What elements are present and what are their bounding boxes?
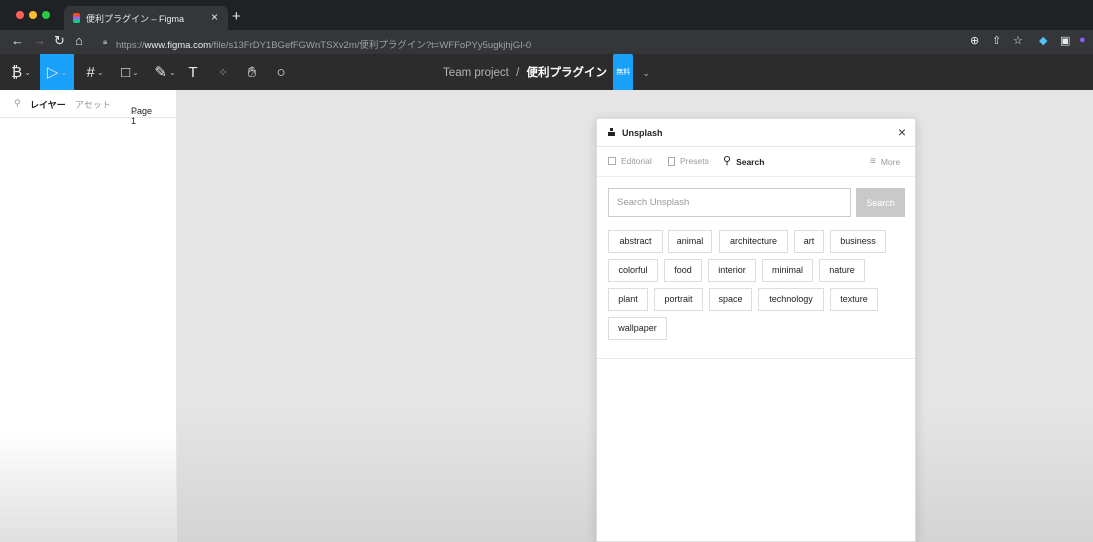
editorial-icon	[608, 157, 616, 165]
layers-panel: ⚲ レイヤー アセット Page 1 ⌄	[0, 90, 177, 542]
team-name[interactable]: Team project	[443, 67, 509, 79]
tab-assets[interactable]: アセット	[75, 98, 111, 111]
frame-icon: #	[86, 63, 95, 81]
close-plugin-button[interactable]: ×	[898, 124, 906, 140]
layers-panel-tabs: ⚲ レイヤー アセット Page 1 ⌄	[0, 90, 176, 126]
pen-icon: ✎	[154, 64, 167, 81]
divider	[597, 358, 915, 359]
tag-chip-space[interactable]: space	[709, 288, 752, 311]
home-icon[interactable]: ⌂	[75, 33, 83, 48]
close-window-button[interactable]	[16, 11, 24, 19]
plugin-title: Unsplash	[622, 128, 663, 138]
pen-tool-button[interactable]: ✎ ⌄	[150, 54, 180, 90]
url-prefix: https://	[116, 40, 145, 51]
browser-tab[interactable]: 便利プラグイン – Figma ×	[64, 6, 228, 30]
hand-tool-button[interactable]: ✋︎	[241, 54, 263, 90]
search-icon: ⚲	[723, 155, 732, 167]
nav-editorial-label: Editorial	[621, 156, 652, 166]
extensions-puzzle-icon[interactable]: ▣	[1060, 34, 1070, 47]
rectangle-icon: □	[121, 63, 131, 81]
zoom-window-button[interactable]	[42, 11, 50, 19]
tag-chip-portrait[interactable]: portrait	[654, 288, 703, 311]
nav-more-label: More	[880, 156, 901, 167]
extension-icon[interactable]: ◆	[1039, 34, 1047, 47]
comment-icon: ○	[276, 63, 286, 81]
layer-search-icon[interactable]: ⚲	[14, 98, 21, 109]
frame-tool-button[interactable]: # ⌄	[80, 54, 110, 90]
path-separator: /	[516, 67, 520, 80]
search-button[interactable]: Search	[856, 188, 905, 217]
tab-title: 便利プラグイン – Figma	[86, 14, 185, 24]
tab-close-icon[interactable]: ×	[211, 10, 218, 24]
tag-chip-plant[interactable]: plant	[608, 288, 648, 311]
figma-toolbar: Team project / 便利プラグイン 無料 ⌄ ₿ ⌄ ▷ ⌄ # ⌄ □ ⌄ …	[0, 54, 1093, 92]
hamburger-menu-icon: ≡	[870, 156, 876, 167]
tag-chip-abstract[interactable]: abstract	[608, 230, 663, 253]
resources-button[interactable]: ⁘	[213, 54, 233, 90]
browser-tabstrip: 便利プラグイン – Figma × +	[0, 0, 1093, 30]
minimize-window-button[interactable]	[29, 11, 37, 19]
url-host: www.figma.com	[144, 40, 212, 51]
profile-avatar-icon[interactable]: ●	[1079, 34, 1086, 46]
tag-chip-colorful[interactable]: colorful	[608, 259, 658, 282]
plugin-header: Unsplash ×	[597, 119, 915, 147]
bookmark-star-icon[interactable]: ☆	[1013, 34, 1023, 47]
tag-chip-texture[interactable]: texture	[830, 288, 878, 311]
nav-search[interactable]: ⚲ Search	[723, 155, 765, 167]
tag-chip-animal[interactable]: animal	[668, 230, 712, 253]
chevron-down-icon: ⌄	[131, 106, 139, 116]
reload-icon[interactable]: ↻	[54, 33, 65, 49]
cursor-icon: ▷	[46, 64, 59, 81]
tab-layers[interactable]: レイヤー	[30, 98, 66, 111]
tag-chip-food[interactable]: food	[664, 259, 702, 282]
hand-icon: ✋︎	[247, 63, 257, 81]
file-name[interactable]: 便利プラグイン	[527, 67, 608, 79]
share-icon[interactable]: ⇧	[992, 34, 1001, 47]
unsplash-logo-icon	[608, 128, 615, 136]
address-bar: ← → ↻ ⌂ 🔒︎ https://www.figma.com/file/s13…	[0, 30, 1093, 54]
tag-chip-nature[interactable]: nature	[819, 259, 865, 282]
resources-icon: ⁘	[218, 66, 228, 79]
move-tool-button[interactable]: ▷ ⌄	[40, 54, 74, 90]
nav-search-label: Search	[736, 156, 765, 167]
text-icon: T	[188, 63, 198, 81]
zoom-icon[interactable]: ⊕	[970, 34, 979, 47]
search-input[interactable]	[608, 188, 851, 217]
tag-chip-architecture[interactable]: architecture	[719, 230, 788, 253]
tag-chip-interior[interactable]: interior	[708, 259, 756, 282]
nav-presets[interactable]: Presets	[668, 156, 709, 166]
comment-tool-button[interactable]: ○	[270, 54, 292, 90]
tag-chip-minimal[interactable]: minimal	[762, 259, 813, 282]
new-tab-button[interactable]: +	[232, 8, 241, 25]
url-path: /file/s13FrDY1BGefFGWnTSXv2m/便利プラグイン?t=W…	[211, 40, 532, 51]
file-menu-chevron-icon[interactable]: ⌄	[642, 68, 650, 78]
nav-more[interactable]: ≡ More	[870, 156, 900, 167]
tag-chip-business[interactable]: business	[830, 230, 886, 253]
shape-tool-button[interactable]: □ ⌄	[115, 54, 145, 90]
bookmark-icon	[668, 156, 675, 166]
tag-chip-technology[interactable]: technology	[758, 288, 824, 311]
tag-chip-art[interactable]: art	[794, 230, 824, 253]
main-menu-button[interactable]: ₿ ⌄	[6, 54, 36, 90]
url-field[interactable]: 🔒︎ https://www.figma.com/file/s13FrDY1BGe…	[100, 34, 970, 51]
lock-icon: 🔒︎	[103, 37, 108, 46]
back-arrow-icon[interactable]: ←	[11, 33, 24, 48]
plugin-nav: Editorial Presets ⚲ Search ≡ More	[597, 147, 915, 177]
text-tool-button[interactable]: T	[183, 54, 203, 90]
tag-chip-wallpaper[interactable]: wallpaper	[608, 317, 667, 340]
nav-editorial[interactable]: Editorial	[608, 156, 652, 166]
nav-presets-label: Presets	[680, 156, 709, 166]
forward-arrow-icon[interactable]: →	[33, 33, 46, 48]
figma-favicon-icon	[73, 13, 80, 23]
search-row: Search	[597, 177, 915, 223]
plan-badge: 無料	[613, 54, 634, 92]
figma-logo-icon: ₿	[11, 63, 23, 81]
